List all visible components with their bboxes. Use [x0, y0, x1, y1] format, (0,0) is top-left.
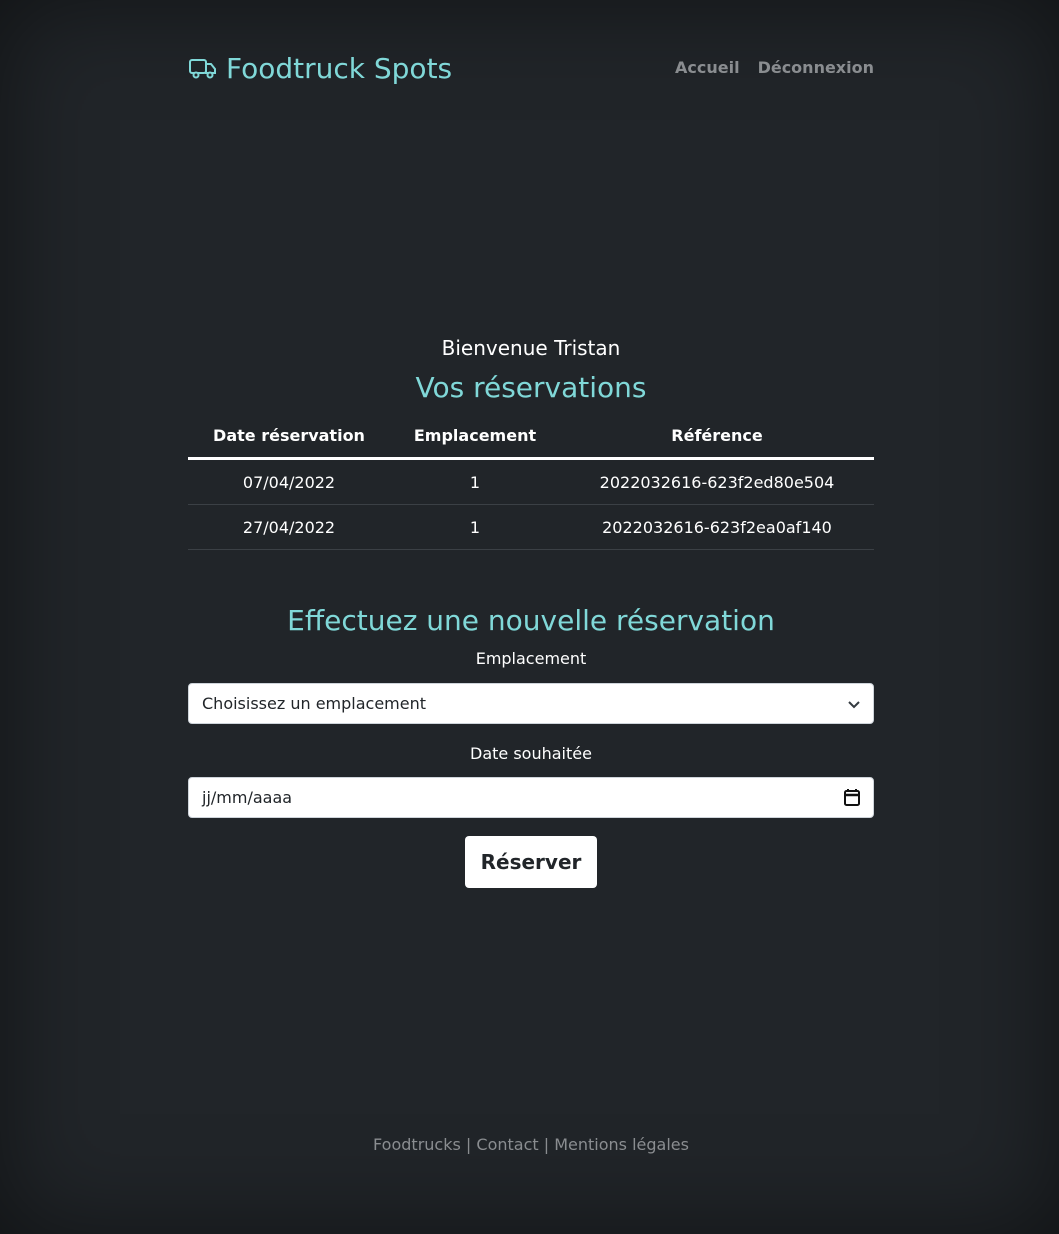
- welcome-message: Bienvenue Tristan: [441, 336, 621, 360]
- cell-reference: 2022032616-623f2ea0af140: [560, 504, 874, 550]
- reservations-table: Date réservation Emplacement Référence 0…: [188, 414, 874, 550]
- column-header-reference: Référence: [560, 414, 874, 460]
- cell-date: 27/04/2022: [188, 504, 390, 550]
- footer-separator: |: [465, 1135, 472, 1154]
- footer-link-foodtrucks[interactable]: Foodtrucks: [373, 1135, 461, 1154]
- column-header-location: Emplacement: [390, 414, 560, 460]
- cell-date: 07/04/2022: [188, 458, 390, 505]
- reservations-heading: Vos réservations: [415, 371, 647, 404]
- calendar-icon[interactable]: [843, 788, 861, 807]
- date-label: Date souhaitée: [470, 744, 592, 763]
- footer-link-mentions-legales[interactable]: Mentions légales: [554, 1135, 689, 1154]
- column-header-date: Date réservation: [188, 414, 390, 460]
- cell-location: 1: [390, 458, 560, 505]
- brand-name: Foodtruck Spots: [226, 52, 453, 85]
- nav-link-accueil[interactable]: Accueil: [675, 58, 740, 78]
- nav-link-deconnexion[interactable]: Déconnexion: [758, 58, 874, 78]
- reserve-button[interactable]: Réserver: [465, 836, 597, 888]
- location-label: Emplacement: [475, 649, 587, 668]
- main-nav: Accueil Déconnexion: [675, 58, 874, 78]
- footer-link-contact[interactable]: Contact: [476, 1135, 538, 1154]
- cell-location: 1: [390, 504, 560, 550]
- date-input-placeholder: jj/mm/aaaa: [202, 788, 293, 807]
- table-row: 07/04/2022 1 2022032616-623f2ed80e504: [188, 458, 874, 505]
- truck-icon: [189, 59, 216, 79]
- site-header: Foodtruck Spots Accueil Déconnexion: [188, 48, 874, 92]
- date-input[interactable]: jj/mm/aaaa: [188, 777, 874, 818]
- location-select[interactable]: Choisissez un emplacement: [188, 683, 874, 724]
- chevron-down-icon: [848, 700, 860, 708]
- table-header-row: Date réservation Emplacement Référence: [188, 414, 874, 460]
- footer-separator: |: [543, 1135, 550, 1154]
- cell-reference: 2022032616-623f2ed80e504: [560, 458, 874, 505]
- location-select-value: Choisissez un emplacement: [202, 694, 427, 713]
- table-row: 27/04/2022 1 2022032616-623f2ea0af140: [188, 504, 874, 550]
- brand-link[interactable]: Foodtruck Spots: [188, 53, 452, 85]
- site-footer: Foodtrucks | Contact | Mentions légales: [188, 1134, 874, 1156]
- new-reservation-heading: Effectuez une nouvelle réservation: [287, 604, 775, 637]
